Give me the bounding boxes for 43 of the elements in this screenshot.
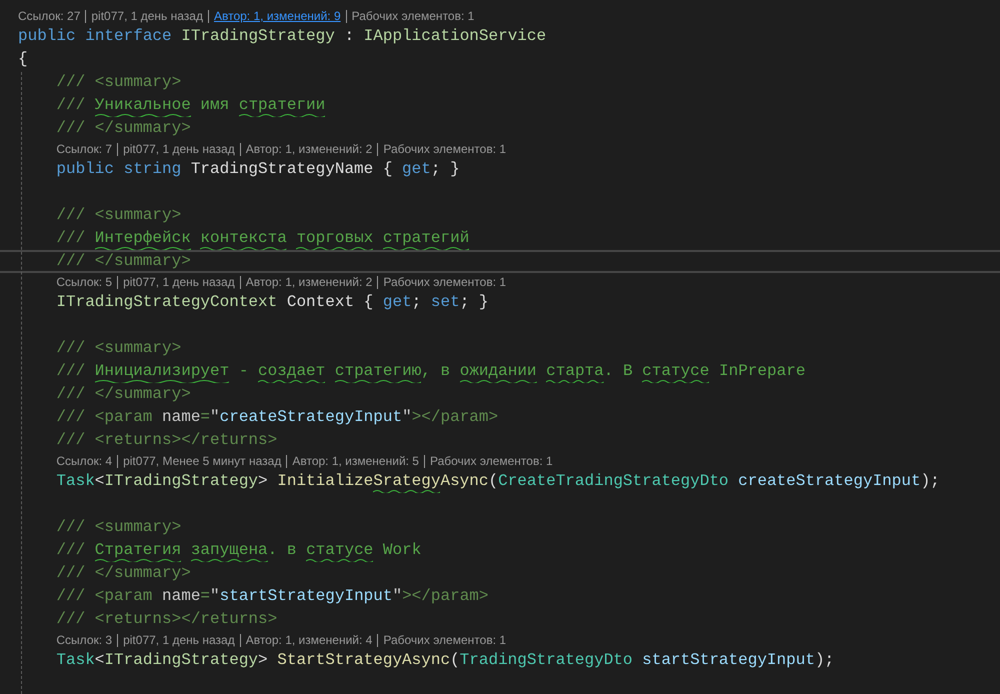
codelens-link[interactable]: Рабочих элементов: 1 bbox=[430, 452, 553, 470]
codelens-link[interactable]: pit077, 1 день назад bbox=[123, 631, 235, 649]
code-editor[interactable] bbox=[0, 0, 1000, 694]
code-line: /// <summary> bbox=[55, 338, 182, 359]
code-line: public interface ITradingStrategy : IApplicationService bbox=[17, 26, 548, 47]
codelens-link[interactable]: Рабочих элементов: 1 bbox=[352, 7, 474, 25]
codelens-link[interactable]: Ссылок: 27 bbox=[18, 7, 80, 25]
codelens-link[interactable]: Ссылок: 5 bbox=[56, 273, 112, 291]
code-line: public string TradingStrategyName { get; } bbox=[55, 159, 461, 180]
code-line: /// Инициализирует - создает стратегию, в ожидании старта. В статусе InPrepare bbox=[0, 360, 1000, 383]
codelens-link[interactable]: Автор: 1, изменений: 9 bbox=[214, 7, 341, 25]
code-line: /// <summary> bbox=[55, 205, 182, 226]
codelens-link[interactable]: pit077, 1 день назад bbox=[123, 140, 235, 158]
code-line: /// Стратегия запущена. в статусе Work bbox=[0, 539, 1000, 562]
code-line: /// Уникальное имя стратегии bbox=[0, 94, 1000, 117]
code-line: /// </summary> bbox=[55, 118, 192, 139]
codelens-link[interactable]: Рабочих элементов: 1 bbox=[383, 631, 506, 649]
code-line: /// <param name="createStrategyInput"></param> bbox=[55, 407, 500, 428]
codelens-link[interactable]: Автор: 1, изменений: 5 bbox=[292, 452, 419, 470]
codelens-link[interactable]: Автор: 1, изменений: 4 bbox=[246, 631, 372, 649]
code-line: Task<ITradingStrategy> StartStrategyAsync(TradingStrategyDto startStrategyInput); bbox=[55, 650, 836, 671]
codelens-link[interactable]: pit077, Менее 5 минут назад bbox=[123, 452, 282, 470]
code-line: Task<ITradingStrategy> InitializeSrategyAsync(CreateTradingStrategyDto createStrategyInput); bbox=[0, 470, 1000, 493]
codelens-link[interactable]: Рабочих элементов: 1 bbox=[383, 140, 506, 158]
code-line: /// </summary> bbox=[55, 563, 192, 584]
code-line: ITradingStrategyContext Context { get; set; } bbox=[55, 292, 490, 313]
codelens-link[interactable]: pit077, 1 день назад bbox=[123, 273, 235, 291]
codelens-link[interactable]: Ссылок: 7 bbox=[56, 140, 112, 158]
codelens-link[interactable]: Автор: 1, изменений: 2 bbox=[246, 273, 372, 291]
code-line: /// </summary> bbox=[0, 250, 1000, 273]
code-line: /// </summary> bbox=[55, 384, 192, 405]
codelens-link[interactable]: Ссылок: 3 bbox=[56, 631, 112, 649]
codelens-link[interactable]: Ссылок: 4 bbox=[56, 452, 112, 470]
code-line: /// Интерфейск контекста торговых стратегий bbox=[0, 227, 1000, 250]
codelens-link[interactable]: Рабочих элементов: 1 bbox=[383, 273, 506, 291]
code-line: /// <returns></returns> bbox=[55, 430, 278, 451]
codelens-link[interactable]: pit077, 1 день назад bbox=[91, 7, 203, 25]
codelens-link[interactable]: Автор: 1, изменений: 2 bbox=[246, 140, 372, 158]
code-line: /// <summary> bbox=[55, 72, 182, 93]
code-line: { bbox=[17, 49, 29, 70]
code-line: /// <returns></returns> bbox=[55, 609, 278, 630]
code-line: /// <summary> bbox=[55, 517, 182, 538]
code-line: /// <param name="startStrategyInput"></param> bbox=[55, 586, 490, 607]
